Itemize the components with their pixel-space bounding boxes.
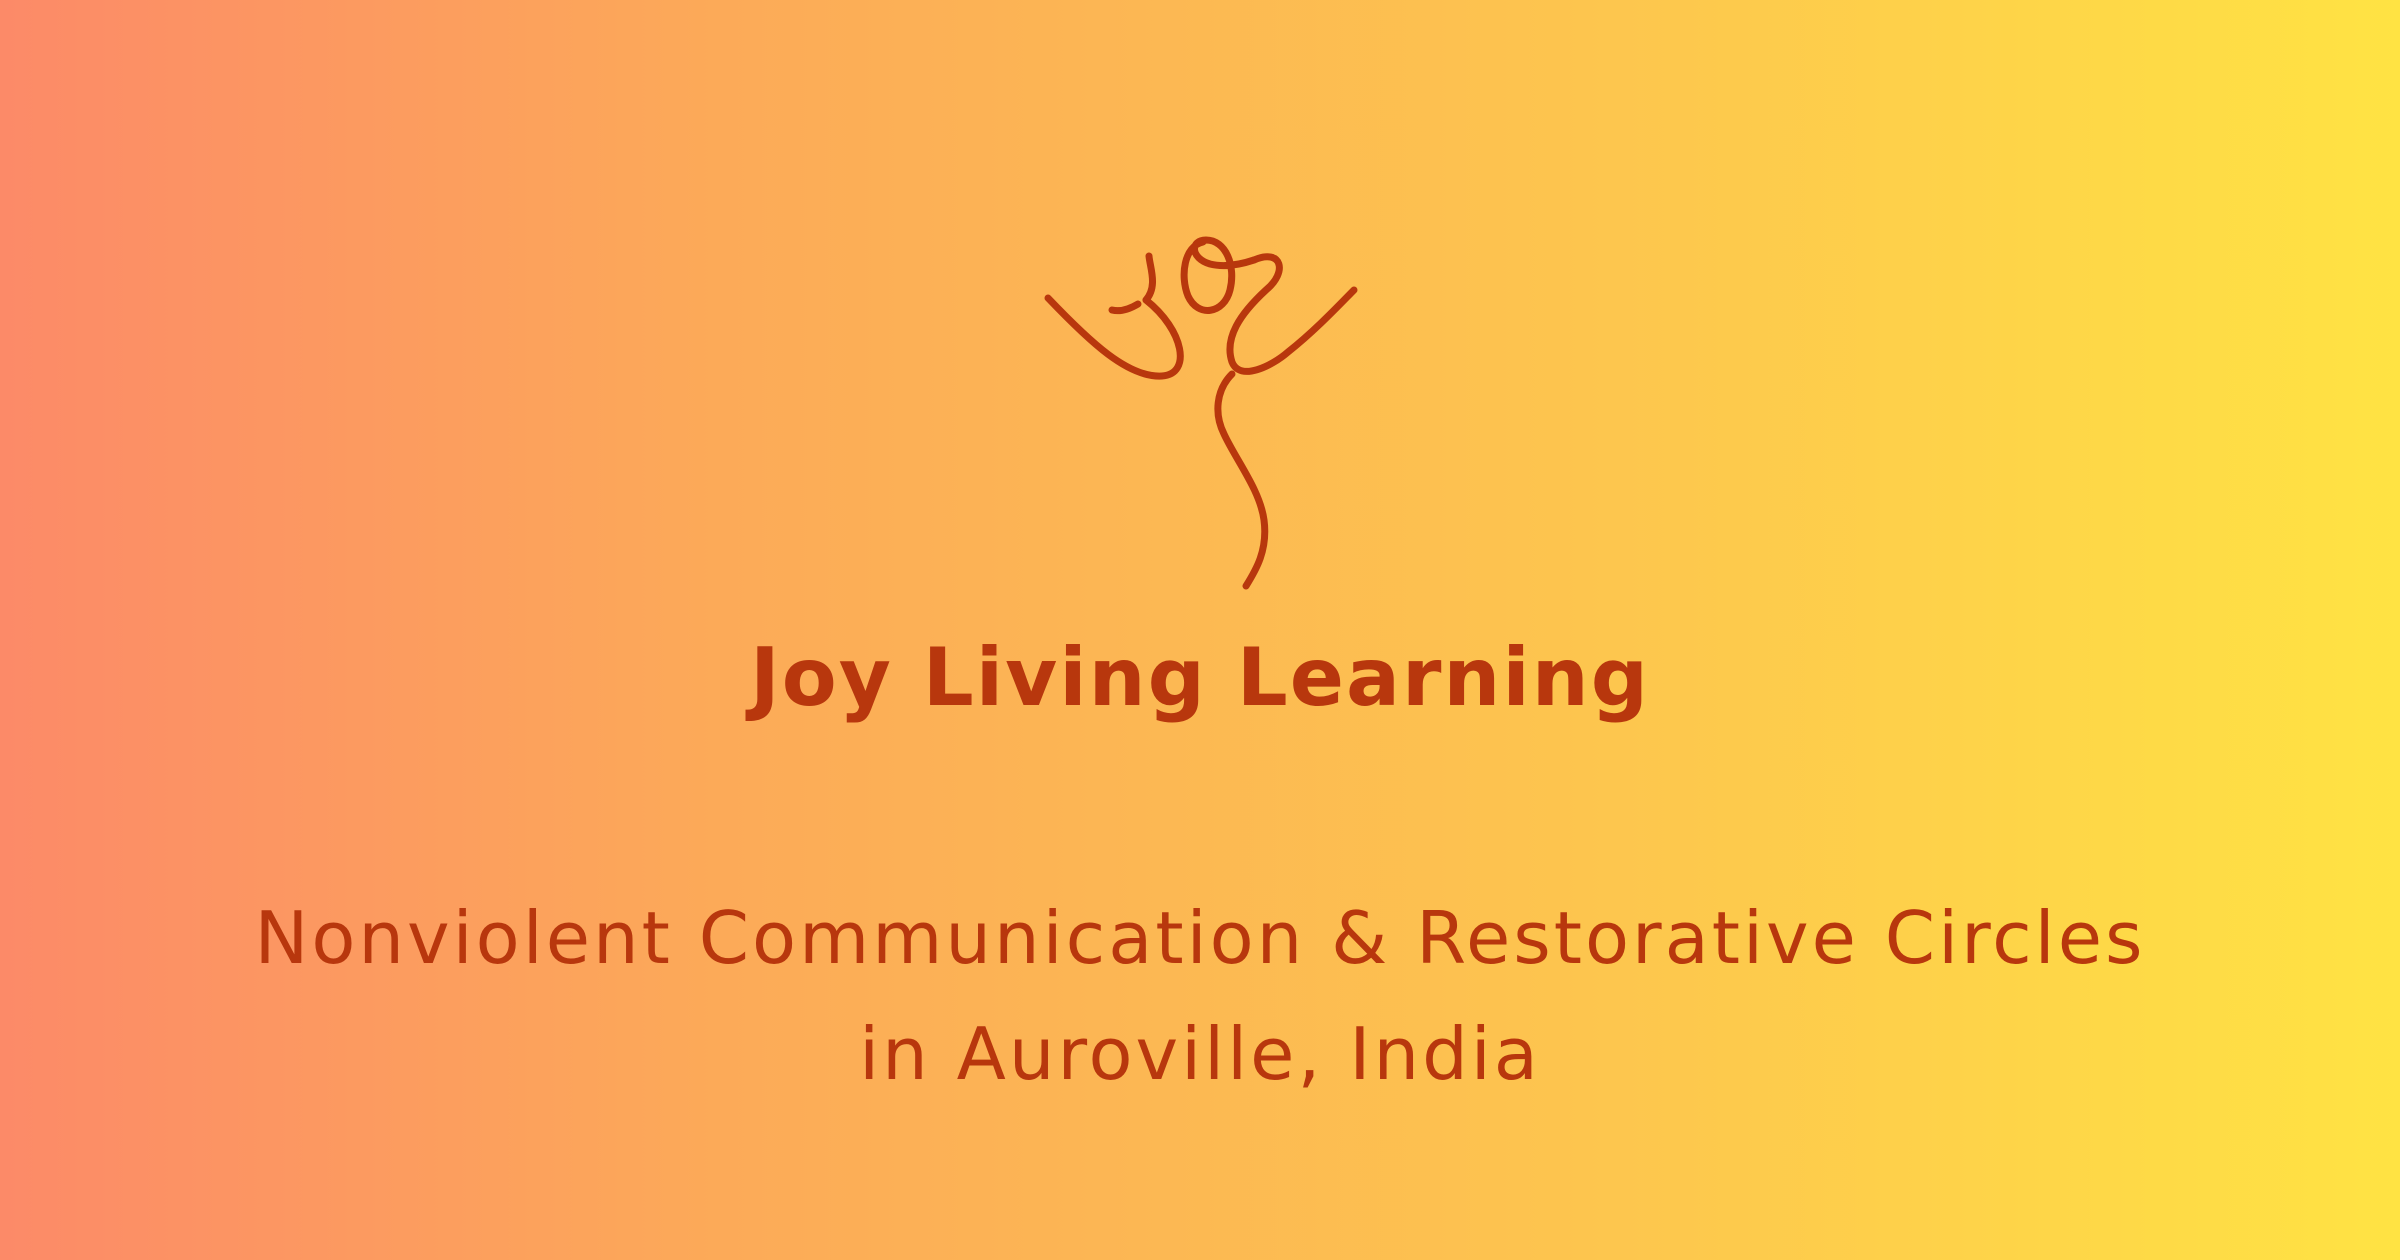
tagline-line-1: Nonviolent Communication & Restorative C… [254, 896, 2146, 980]
joy-figure-logo-icon [1020, 220, 1380, 600]
banner: Joy Living Learning Nonviolent Communica… [0, 0, 2400, 1260]
joy-figure-logo-svg [1044, 236, 1358, 590]
tagline-line-2: in Auroville, India [859, 1012, 1541, 1096]
tagline: Nonviolent Communication & Restorative C… [0, 880, 2400, 1112]
brand-title: Joy Living Learning [749, 631, 1651, 724]
